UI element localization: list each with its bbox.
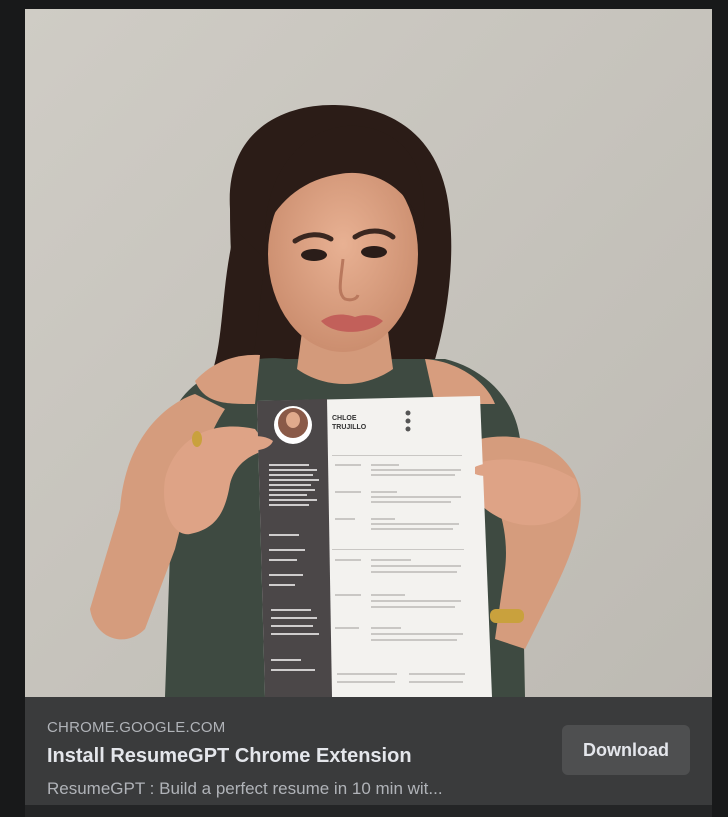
ad-description: ResumeGPT : Build a perfect resume in 10…: [47, 779, 443, 798]
ad-image[interactable]: CHLOE TRUJILLO: [25, 9, 712, 697]
sponsored-ad-card: CHLOE TRUJILLO CHROME.GOOGLE.COM Install…: [25, 9, 712, 817]
card-footer-area: [25, 805, 712, 817]
ad-domain: CHROME.GOOGLE.COM: [47, 719, 226, 736]
resume-paper: CHLOE TRUJILLO: [257, 396, 492, 697]
feed: CHLOE TRUJILLO CHROME.GOOGLE.COM Install…: [0, 0, 728, 817]
ad-photo: CHLOE TRUJILLO: [25, 9, 712, 697]
svg-text:TRUJILLO: TRUJILLO: [332, 424, 367, 431]
ad-headline[interactable]: Install ResumeGPT Chrome Extension: [47, 745, 412, 768]
svg-text:CHLOE: CHLOE: [332, 415, 357, 422]
ad-link-bar[interactable]: CHROME.GOOGLE.COM Install ResumeGPT Chro…: [25, 697, 712, 805]
download-button[interactable]: Download: [562, 725, 690, 775]
